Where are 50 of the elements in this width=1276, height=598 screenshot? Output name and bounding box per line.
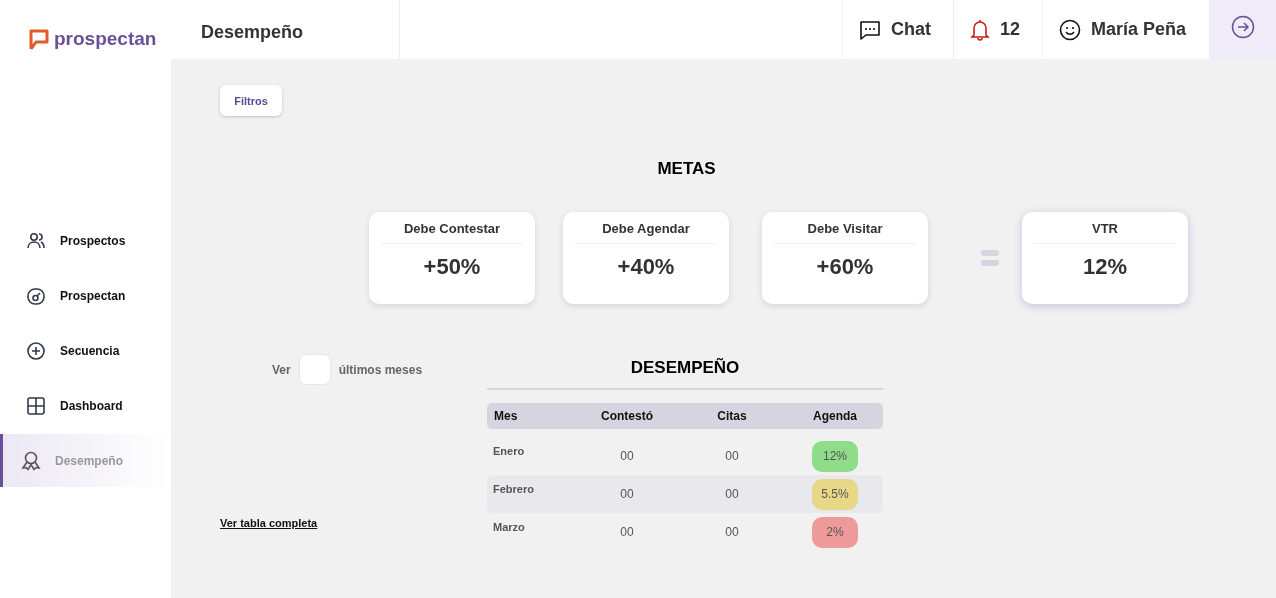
notifications-button[interactable]: 12 — [952, 0, 1042, 59]
table-cell-text: 00 — [724, 525, 740, 539]
goal-value: +50% — [423, 254, 481, 280]
column-header: Contestó — [600, 409, 654, 423]
gauge-icon — [26, 285, 46, 306]
bell-icon — [969, 18, 990, 41]
agenda-badge: 12% — [812, 440, 858, 472]
plus-icon — [26, 340, 46, 361]
table-cell-text: 00 — [619, 525, 635, 539]
arrow-right-icon — [1230, 14, 1255, 39]
filters-button[interactable]: Filtros — [220, 85, 282, 116]
equals-icon — [981, 249, 999, 267]
logout-button[interactable] — [1209, 0, 1276, 59]
chat-button[interactable]: Chat — [841, 0, 953, 59]
users-icon — [26, 230, 46, 251]
sidebar-item[interactable]: Prospectan — [0, 269, 171, 322]
column-header: Citas — [716, 409, 748, 423]
sidebar-item[interactable]: Prospectos — [0, 214, 171, 267]
table-cell-text: Febrero — [492, 482, 535, 495]
table-title: DESEMPEÑO — [487, 354, 883, 390]
goal-value: +60% — [816, 254, 874, 280]
goal-label: VTR — [1034, 221, 1176, 244]
table-cell-text: 00 — [619, 487, 635, 501]
full-table-link[interactable]: Ver tabla completa — [220, 517, 487, 529]
table-cell-text: 00 — [724, 487, 740, 501]
smiley-icon — [1058, 18, 1081, 41]
brand-name: prospectan — [54, 27, 157, 50]
grid-icon — [26, 395, 46, 416]
chat-icon — [858, 19, 881, 40]
goal-value: +40% — [617, 254, 675, 280]
goal-value: 12% — [1082, 254, 1127, 280]
section-title: METAS — [656, 159, 717, 179]
goal-label: Debe Agendar — [575, 221, 717, 244]
table-cell-text: 00 — [619, 449, 635, 463]
agenda-badge: 2% — [812, 516, 858, 548]
table-cell-text: Enero — [492, 444, 526, 457]
months-label: últimos meses — [338, 362, 423, 377]
goal-label: Debe Visitar — [774, 221, 916, 244]
sidebar-item[interactable]: Dashboard — [0, 379, 171, 432]
table-cell-text: 00 — [724, 449, 740, 463]
agenda-badge: 5.5% — [812, 478, 858, 510]
table-cell-text: Marzo — [492, 520, 526, 533]
award-icon — [21, 450, 41, 471]
sidebar-item[interactable]: Secuencia — [0, 324, 171, 377]
page-title: Desempeño — [171, 0, 400, 59]
months-label: Ver — [272, 362, 291, 377]
months-input[interactable] — [298, 354, 331, 385]
column-header: Agenda — [812, 409, 858, 423]
goal-label: Debe Contestar — [381, 221, 523, 244]
column-header: Mes — [493, 409, 519, 423]
